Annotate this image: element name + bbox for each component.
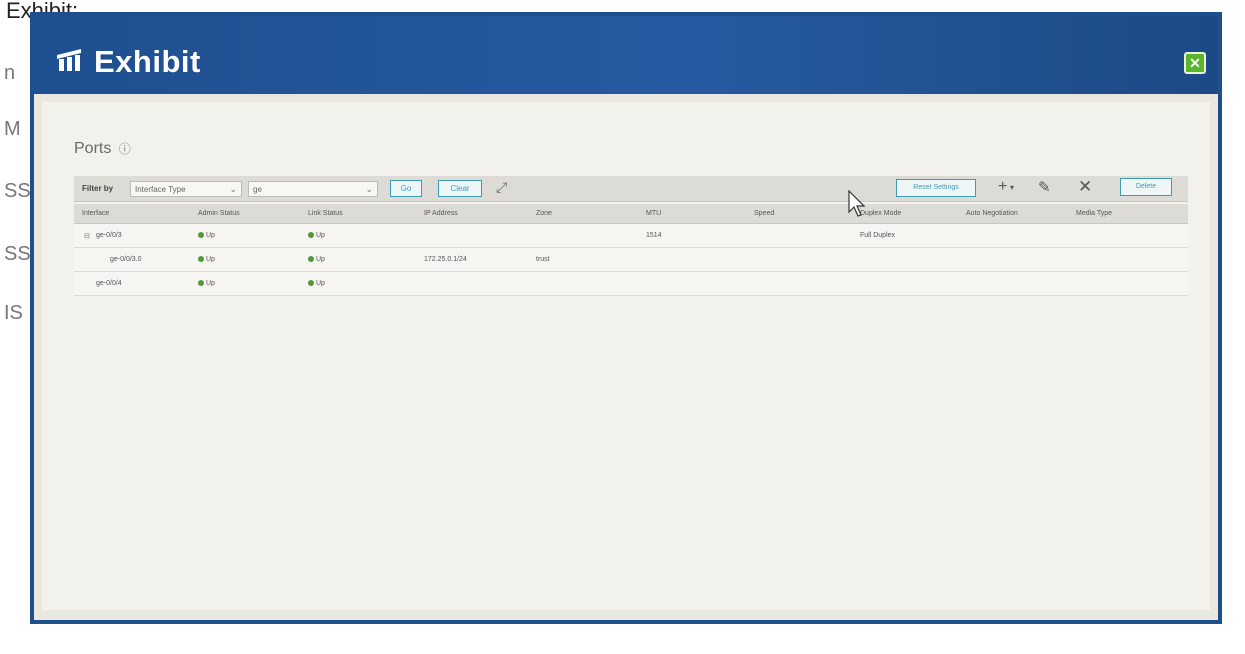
- strip-letter: IS: [4, 302, 23, 324]
- clear-button[interactable]: Clear: [438, 180, 482, 197]
- delete-button[interactable]: Delete: [1120, 178, 1172, 196]
- cell-admin-status-text: Up: [206, 232, 215, 239]
- cell-admin-status: Up: [198, 256, 215, 263]
- delete-x-icon[interactable]: ✕: [1078, 177, 1092, 197]
- window-titlebar: Exhibit ✕: [34, 16, 1218, 94]
- help-icon[interactable]: ⓘ: [119, 142, 131, 156]
- status-up-icon: [308, 232, 314, 238]
- column-header-ip-address[interactable]: IP Address: [424, 210, 458, 217]
- cell-admin-status: Up: [198, 280, 215, 287]
- cell-link-status-text: Up: [316, 280, 325, 287]
- expand-icon[interactable]: ⤢: [496, 179, 507, 196]
- table-row[interactable]: ge-0/0/3.0 Up Up 172.25.0.1/24 trust: [74, 248, 1188, 272]
- chevron-down-icon: ⌄: [229, 184, 237, 194]
- cell-link-status: Up: [308, 256, 325, 263]
- background-window-strip: n M SS SS IS: [0, 40, 34, 340]
- table-header: Interface Admin Status Link Status IP Ad…: [74, 204, 1188, 224]
- column-header-media-type[interactable]: Media Type: [1076, 210, 1112, 217]
- cell-interface: ge-0/0/4: [96, 280, 122, 287]
- cell-admin-status: Up: [198, 232, 215, 239]
- strip-letter: SS: [4, 180, 31, 202]
- cell-link-status: Up: [308, 280, 325, 287]
- cell-mtu: 1514: [646, 232, 662, 239]
- cell-link-status: Up: [308, 232, 325, 239]
- ports-toolbar: Filter by Interface Type ⌄ ge ⌄ Go Clear…: [74, 176, 1188, 202]
- column-header-zone[interactable]: Zone: [536, 210, 552, 217]
- column-header-mtu[interactable]: MTU: [646, 210, 661, 217]
- cell-interface: ge-0/0/3: [96, 232, 122, 239]
- close-button[interactable]: ✕: [1184, 52, 1206, 74]
- strip-letter: SS: [4, 243, 31, 265]
- column-header-admin-status[interactable]: Admin Status: [198, 210, 240, 217]
- ports-panel: Ports ⓘ Filter by Interface Type ⌄ ge ⌄ …: [42, 102, 1210, 610]
- filter-label: Filter by: [82, 184, 114, 193]
- building-logo-icon: [57, 49, 81, 71]
- status-up-icon: [198, 256, 204, 262]
- status-up-icon: [198, 280, 204, 286]
- strip-letter: n: [4, 62, 16, 84]
- cell-duplex-mode: Full Duplex: [860, 232, 896, 239]
- filter-value-select[interactable]: ge ⌄: [248, 181, 378, 197]
- edit-pencil-icon[interactable]: ✎: [1038, 178, 1051, 196]
- column-header-speed[interactable]: Speed: [754, 210, 774, 217]
- cell-admin-status-text: Up: [206, 256, 215, 263]
- filter-value-text: ge: [253, 185, 262, 194]
- cell-ip-address: 172.25.0.1/24: [424, 256, 467, 263]
- chevron-down-icon[interactable]: ▾: [1010, 183, 1014, 192]
- ports-table: Interface Admin Status Link Status IP Ad…: [74, 204, 1188, 296]
- exhibit-window: Exhibit ✕ Ports ⓘ Filter by Interface Ty…: [30, 12, 1222, 624]
- filter-type-value: Interface Type: [135, 185, 186, 194]
- column-header-auto-negotiation[interactable]: Auto Negotiation: [966, 210, 1018, 217]
- ports-title-text: Ports: [74, 140, 112, 157]
- filter-type-select[interactable]: Interface Type ⌄: [130, 181, 242, 197]
- status-up-icon: [308, 280, 314, 286]
- cell-admin-status-text: Up: [206, 280, 215, 287]
- mouse-pointer-icon: [848, 190, 866, 217]
- strip-letter: M: [4, 118, 21, 140]
- reset-settings-button[interactable]: Reset Settings: [896, 179, 976, 197]
- status-up-icon: [308, 256, 314, 262]
- page-title: Ports ⓘ: [74, 140, 131, 158]
- chevron-down-icon: ⌄: [365, 184, 373, 194]
- cell-link-status-text: Up: [316, 256, 325, 263]
- add-icon[interactable]: +: [998, 178, 1007, 196]
- column-header-interface[interactable]: Interface: [82, 210, 109, 217]
- cell-link-status-text: Up: [316, 232, 325, 239]
- column-header-link-status[interactable]: Link Status: [308, 210, 343, 217]
- go-button[interactable]: Go: [390, 180, 422, 197]
- cell-interface: ge-0/0/3.0: [110, 256, 142, 263]
- collapse-icon[interactable]: ⊟: [84, 232, 90, 240]
- screenshot: Exhibit: n M SS SS IS Exhibit ✕ Ports ⓘ …: [0, 0, 1245, 654]
- status-up-icon: [198, 232, 204, 238]
- table-row[interactable]: ⊟ ge-0/0/3 Up Up 1514 Full Duplex: [74, 224, 1188, 248]
- window-title: Exhibit: [94, 44, 201, 79]
- cell-zone: trust: [536, 256, 550, 263]
- table-row[interactable]: ge-0/0/4 Up Up: [74, 272, 1188, 296]
